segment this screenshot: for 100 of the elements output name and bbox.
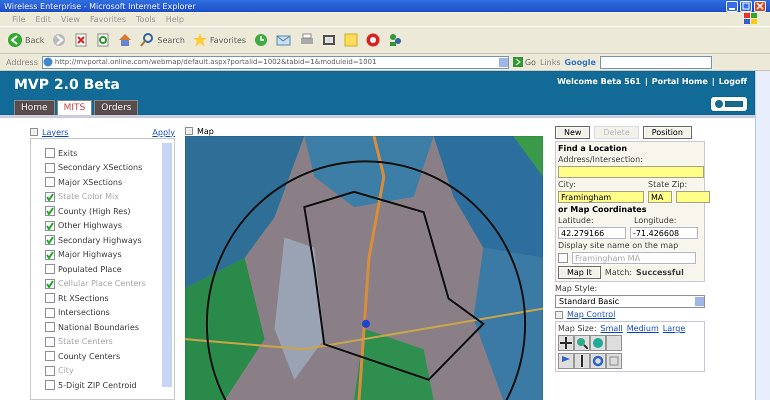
scrollbar[interactable] [162,143,172,387]
layer-checkbox[interactable] [45,235,55,246]
address-input[interactable] [558,166,704,178]
go-button[interactable]: Go [512,57,536,67]
zoom-in-tool-icon[interactable] [574,335,590,351]
layer-checkbox[interactable] [45,264,55,274]
map-control-link[interactable]: Map Control [567,310,616,319]
map-drawing[interactable] [185,136,543,400]
layer-label: State Color Mix [58,192,120,202]
select-tool-icon[interactable] [606,353,622,369]
collapse-icon[interactable] [185,127,193,135]
go-arrow-icon [512,57,523,67]
layer-label: Rt XSections [58,294,109,303]
back-button[interactable]: Back [8,33,44,47]
google-label[interactable]: Google [564,58,596,66]
print-icon[interactable] [300,33,314,47]
flag-tool-icon[interactable] [558,353,574,369]
window-title: Wireless Enterprise - Microsoft Internet Explorer [4,2,196,10]
layer-label: Populated Place [58,264,122,274]
map-size-label: Map Size: [558,324,597,333]
separator: | [644,77,648,86]
mail-icon[interactable] [276,33,292,47]
map-style-dropdown[interactable]: Standard Basic [555,295,705,308]
map-size-link[interactable]: Small [600,324,623,333]
layer-label: State Centers [58,337,113,346]
state-zip-label: State Zip: [648,180,688,189]
refresh-icon[interactable] [96,33,110,47]
layer-checkbox[interactable] [45,322,55,332]
map-style-label: Map Style: [555,284,598,293]
state-input[interactable]: MA [648,191,672,203]
layer-checkbox[interactable] [45,148,55,158]
header-link[interactable]: Logoff [718,77,747,86]
layer-checkbox[interactable] [45,351,55,362]
history-icon[interactable] [254,33,268,47]
star-icon [192,33,207,47]
layer-label: Intersections [58,308,110,318]
layers-link[interactable]: Layers [42,128,68,136]
favorites-button[interactable]: Favorites [192,33,246,47]
match-label: Match: [604,268,632,277]
collapse-icon[interactable] [555,310,563,318]
logo-icon [711,97,747,111]
tab[interactable]: Orders [94,100,138,115]
people-icon[interactable] [388,33,402,47]
layer-checkbox[interactable] [45,250,55,260]
page-icon [42,57,53,67]
city-input[interactable]: Framingham [558,191,644,203]
ruler-tool-icon[interactable] [574,353,590,369]
layer-label: Exits [58,148,78,158]
close-button[interactable] [754,0,766,12]
coordinates-title: or Map Coordinates [558,205,648,214]
map-label: Map [197,126,214,136]
map-it-button[interactable]: Map It [558,266,601,279]
layer-label: Major Highways [58,250,122,260]
display-site-checkbox[interactable] [558,253,568,263]
layer-label: Cellular Place Centers [58,279,146,288]
apply-link[interactable]: Apply [152,128,175,136]
windows-logo-icon [744,13,758,25]
stop-icon[interactable] [74,33,88,47]
map-size-link[interactable]: Large [662,324,686,333]
close-icon [756,2,764,10]
layer-checkbox[interactable] [45,293,55,304]
app-title: MVP 2.0 Beta [14,77,120,93]
maximize-button[interactable] [740,0,752,12]
map-size-link[interactable]: Medium [626,324,659,333]
action-button[interactable]: New [555,126,590,139]
stop-sign-icon[interactable] [366,33,380,47]
collapse-icon[interactable] [30,128,38,136]
display-site-label: Display site name on the map [558,241,680,250]
layer-label: County Centers [58,352,120,361]
dropdown-icon [498,58,508,66]
dropdown-icon [695,297,704,306]
latitude-input[interactable]: 42.279166 [558,227,626,239]
forward-icon[interactable] [52,33,66,47]
google-search-field[interactable] [600,56,712,68]
address-field-label: Address/Intersection: [558,155,644,164]
action-button[interactable]: Position [642,126,692,139]
header-link[interactable]: Portal Home [652,77,708,86]
maximize-icon [742,2,750,10]
ring-tool-icon[interactable] [590,353,606,369]
layer-checkbox[interactable] [45,308,55,318]
latitude-label: Latitude: [558,216,595,225]
search-button[interactable]: Search [140,33,185,47]
longitude-input[interactable]: -71.426608 [630,227,698,239]
zip-input[interactable] [676,191,710,203]
layer-checkbox[interactable] [45,380,55,390]
tab[interactable]: Home [14,100,55,115]
page-scrollbar[interactable] [755,71,770,400]
layer-checkbox[interactable] [45,162,55,173]
layer-checkbox[interactable] [45,177,55,188]
layer-checkbox[interactable] [45,206,55,216]
home-icon[interactable] [118,33,132,47]
note-icon[interactable] [344,33,358,47]
address-label: Address [6,58,38,66]
pan-tool-icon[interactable] [558,335,574,351]
minimize-button[interactable] [726,0,738,12]
layer-checkbox[interactable] [45,220,55,231]
tab[interactable]: MITS [56,100,92,115]
welcome-text: Welcome Beta 561 [557,77,641,86]
layer-label: Secondary XSections [58,163,142,172]
layer-label: 5-Digit ZIP Centroid [58,380,137,390]
